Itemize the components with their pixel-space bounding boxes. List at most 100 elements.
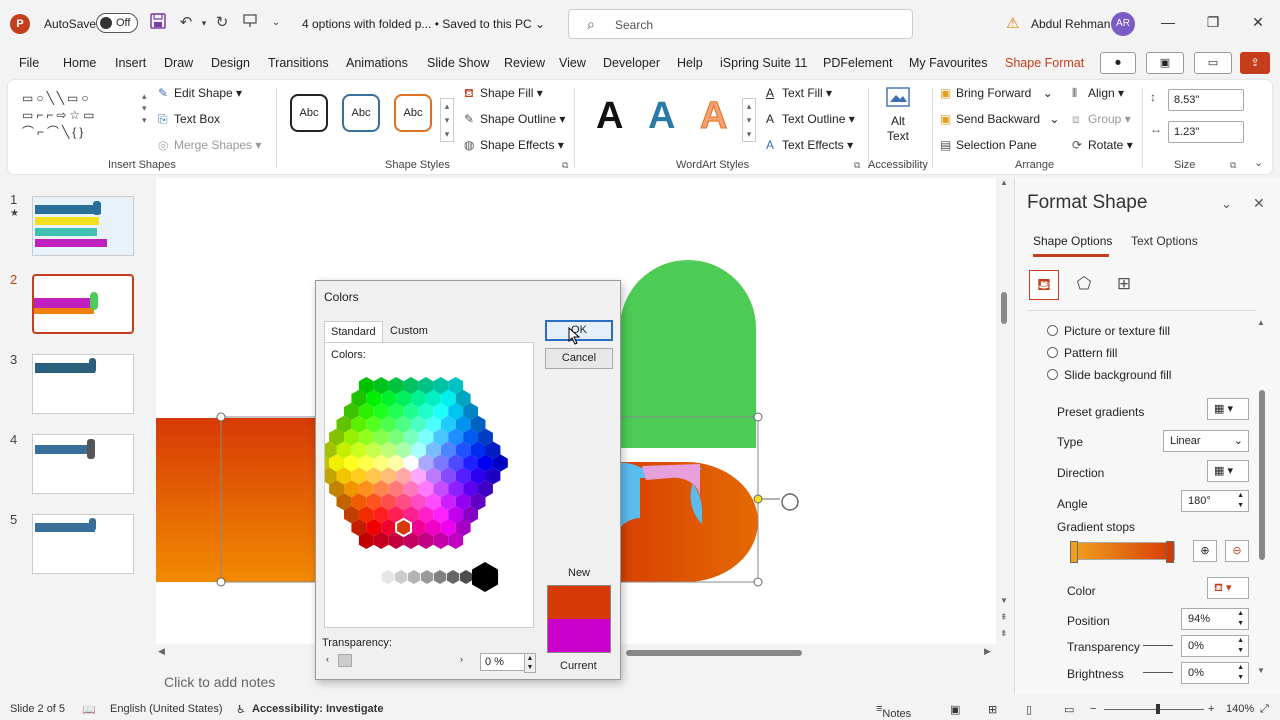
pane-options-chevron-icon[interactable]: ⌄: [1221, 196, 1232, 212]
slide-thumbnail-2[interactable]: [32, 274, 134, 334]
angle-input[interactable]: 180° ▲ ▼: [1181, 490, 1249, 512]
spell-check-icon[interactable]: 📖: [82, 703, 96, 716]
brightness-input[interactable]: 0% ▲ ▼: [1181, 662, 1249, 684]
slide-thumbnail-5[interactable]: [32, 514, 134, 574]
resize-handle[interactable]: [753, 577, 763, 587]
gray-color-cell[interactable]: [368, 570, 382, 584]
pane-close-icon[interactable]: ✕: [1253, 195, 1265, 212]
align-button[interactable]: ⫴ Align ▾: [1072, 86, 1124, 101]
restore-icon[interactable]: ❐: [1203, 14, 1223, 31]
gray-color-cell[interactable]: [407, 570, 421, 584]
slider-left-icon[interactable]: ‹: [326, 654, 329, 664]
pattern-fill-radio[interactable]: Pattern fill: [1047, 346, 1117, 360]
slide-thumbnail-3[interactable]: [32, 354, 134, 414]
position-input[interactable]: 94% ▲ ▼: [1181, 608, 1249, 630]
shape-style-preset-1[interactable]: Abc: [290, 94, 328, 132]
send-backward-button[interactable]: ▣ Send Backward ⌄: [940, 112, 1059, 126]
redo-icon[interactable]: ↻: [212, 13, 232, 33]
zoom-level[interactable]: 140%: [1226, 703, 1254, 715]
fill-line-icon[interactable]: ⛾: [1029, 270, 1059, 300]
gray-color-cell[interactable]: [420, 570, 434, 584]
canvas-vertical-scrollbar[interactable]: ▲ ▼ ⇞ ⇟: [998, 178, 1010, 644]
tab-standard[interactable]: Standard: [324, 321, 383, 343]
shapes-gallery-scroll[interactable]: ▴ ▾ ▾: [142, 90, 147, 126]
tab-shape-options[interactable]: Shape Options: [1033, 234, 1112, 248]
zoom-slider[interactable]: [1104, 709, 1204, 710]
search-box[interactable]: ⌕ Search: [568, 9, 913, 39]
merge-shapes-button[interactable]: ◎ Merge Shapes ▾: [158, 138, 261, 152]
alt-text-button[interactable]: Alt Text: [878, 86, 918, 144]
rotate-button[interactable]: ⟳ Rotate ▾: [1072, 138, 1133, 152]
tab-text-options[interactable]: Text Options: [1131, 234, 1198, 248]
undo-icon[interactable]: ↶: [176, 13, 196, 33]
shape-fill-button[interactable]: ⛾ Shape Fill ▾: [464, 86, 543, 102]
effects-pentagon-icon[interactable]: ⬠: [1069, 270, 1099, 300]
reading-view-icon[interactable]: ▯: [1026, 703, 1032, 716]
green-tab-shape[interactable]: [620, 260, 756, 448]
text-fill-button[interactable]: A Text Fill ▾: [766, 86, 832, 100]
gradient-stop-handle[interactable]: [1070, 541, 1078, 563]
user-name[interactable]: Abdul Rehman: [1031, 17, 1110, 31]
bring-forward-button[interactable]: ▣ Bring Forward ⌄: [940, 86, 1053, 100]
edit-shape-button[interactable]: ✎ Edit Shape ▾: [158, 86, 242, 100]
shape-styles-scroll[interactable]: ▴ ▾ ▾: [440, 98, 454, 142]
comments-button[interactable]: ▭: [1194, 52, 1232, 74]
undo-dropdown-icon[interactable]: ▾: [194, 13, 214, 33]
text-effects-button[interactable]: A Text Effects ▾: [766, 138, 853, 152]
transparency-slider[interactable]: [1143, 645, 1173, 646]
type-dropdown[interactable]: Linear ⌄: [1163, 430, 1249, 452]
color-hexagon-picker[interactable]: [325, 367, 535, 607]
document-title[interactable]: 4 options with folded p... • Saved to th…: [302, 17, 545, 31]
zoom-in-icon[interactable]: +: [1208, 703, 1214, 715]
notes-toggle[interactable]: ≡ Notes: [876, 703, 911, 720]
shape-outline-button[interactable]: ✎ Shape Outline ▾: [464, 112, 565, 126]
wordart-launcher-icon[interactable]: ⧉: [854, 160, 860, 171]
slide-background-fill-radio[interactable]: Slide background fill: [1047, 368, 1171, 382]
adjust-handle[interactable]: [753, 494, 763, 504]
avatar[interactable]: AR: [1111, 12, 1135, 36]
group-button[interactable]: ⧈ Group ▾: [1072, 112, 1131, 127]
shape-style-preset-2[interactable]: Abc: [342, 94, 380, 132]
warning-icon[interactable]: ⚠: [1006, 14, 1019, 32]
autosave-toggle[interactable]: Off: [96, 13, 138, 33]
selected-color-cell[interactable]: [395, 517, 412, 538]
normal-view-icon[interactable]: ▣: [950, 703, 960, 716]
wordart-preset-2[interactable]: A: [648, 96, 675, 136]
shape-styles-launcher-icon[interactable]: ⧉: [562, 160, 568, 171]
add-gradient-stop-icon[interactable]: ⊕: [1193, 540, 1217, 562]
slide-counter[interactable]: Slide 2 of 5: [10, 703, 65, 715]
gray-color-cell[interactable]: [381, 570, 395, 584]
resize-handle[interactable]: [216, 577, 226, 587]
transparency-slider[interactable]: ‹ ›: [326, 654, 468, 668]
selection-pane-button[interactable]: ▤ Selection Pane: [940, 138, 1037, 152]
slider-thumb[interactable]: [338, 654, 352, 667]
gradient-stop-handle[interactable]: [1166, 541, 1174, 563]
wordart-scroll[interactable]: ▴ ▾ ▾: [742, 98, 756, 142]
close-icon[interactable]: ✕: [1248, 14, 1268, 31]
black-color-cell[interactable]: [472, 562, 498, 592]
accessibility-status[interactable]: Accessibility: Investigate: [252, 703, 383, 715]
shape-effects-button[interactable]: ◍ Shape Effects ▾: [464, 138, 564, 152]
cancel-button[interactable]: Cancel: [545, 348, 613, 369]
accessibility-icon[interactable]: ♿: [236, 703, 246, 716]
gray-color-cell[interactable]: [433, 570, 447, 584]
tab-custom[interactable]: Custom: [384, 321, 434, 343]
fit-to-window-icon[interactable]: ⤢: [1260, 703, 1269, 716]
shapes-gallery[interactable]: ▭○╲╲▭○ ▭⌐⌐⇨☆▭ ⌒⌐⌒╲{}: [22, 90, 142, 144]
present-teams-button[interactable]: ▣: [1146, 52, 1184, 74]
rotate-handle-icon[interactable]: [781, 493, 799, 511]
pane-scrollbar[interactable]: ▲ ▼: [1257, 318, 1267, 678]
brightness-slider[interactable]: [1143, 672, 1173, 673]
height-input[interactable]: 8.53": [1168, 89, 1244, 111]
customize-toolbar-icon[interactable]: ⌄: [266, 13, 286, 33]
resize-handle[interactable]: [216, 412, 226, 422]
collapse-ribbon-icon[interactable]: ⌄: [1254, 156, 1263, 169]
present-icon[interactable]: [240, 13, 260, 33]
picture-fill-radio[interactable]: Picture or texture fill: [1047, 324, 1170, 338]
gradient-stops-bar[interactable]: [1070, 541, 1175, 563]
preset-gradients-dropdown[interactable]: ▦ ▾: [1207, 398, 1249, 420]
text-box-button[interactable]: ⎘ Text Box: [158, 112, 220, 127]
direction-dropdown[interactable]: ▦ ▾: [1207, 460, 1249, 482]
gray-color-cell[interactable]: [459, 570, 473, 584]
shape-style-preset-3[interactable]: Abc: [394, 94, 432, 132]
